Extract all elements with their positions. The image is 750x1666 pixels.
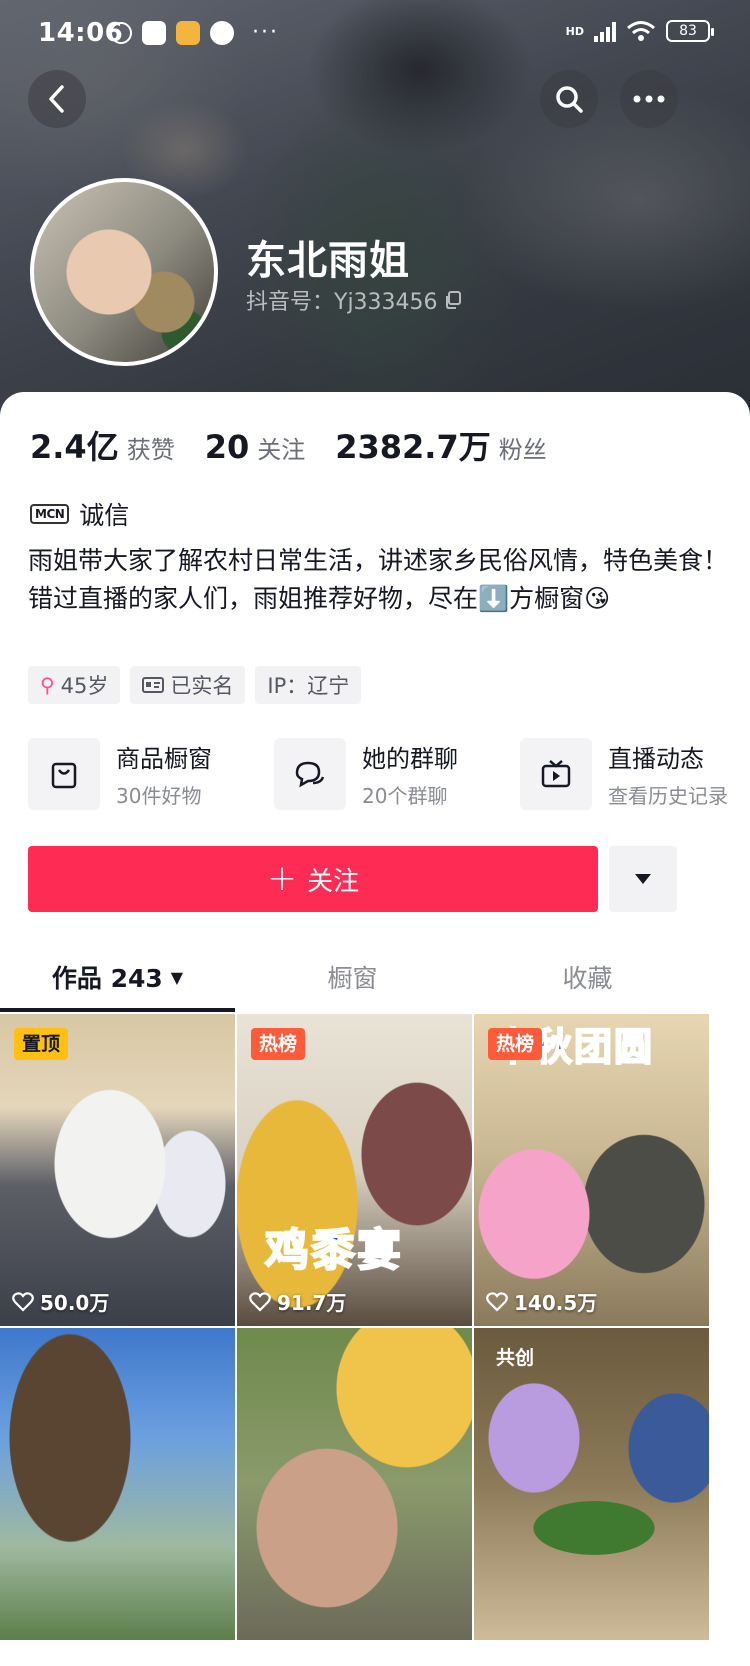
video-tile[interactable]: 置顶 50.0万 — [0, 1014, 235, 1326]
video-tile[interactable] — [0, 1328, 235, 1640]
douyin-id-text: 抖音号：Yj333456 — [246, 290, 438, 315]
tags-row: ⚲ 45岁 已实名 IP：辽宁 — [28, 666, 362, 704]
avatar[interactable] — [30, 178, 218, 366]
profile-info-card: 2.4亿 获赞 20 关注 2382.7万 粉丝 MCN 诚信 雨姐带大家了解农… — [0, 392, 750, 1666]
mcn-label: 诚信 — [79, 501, 130, 530]
bio-line: 错过直播的家人们，雨姐推荐好物，尽在⬇️方橱窗😘 — [28, 584, 611, 613]
feature-shop-window[interactable]: 商品橱窗 30件好物 — [28, 738, 212, 810]
back-icon — [49, 85, 64, 113]
feature-title: 她的群聊 — [362, 745, 458, 773]
mcn-row[interactable]: MCN 诚信 — [30, 496, 129, 532]
video-tile[interactable]: 热榜 鸡黍宴 91.7万 — [237, 1014, 472, 1326]
bio-line: 雨姐带大家了解农村日常生活，讲述家乡民俗风情，特色美食！ — [28, 546, 729, 575]
pinned-badge: 置顶 — [14, 1028, 69, 1060]
stat-likes[interactable]: 2.4亿 获赞 — [30, 422, 175, 468]
caret-down-icon: ▼ — [170, 967, 184, 987]
live-tv-icon — [541, 760, 571, 788]
search-button[interactable] — [540, 70, 598, 128]
tag-label: IP：辽宁 — [267, 674, 350, 698]
stat-label: 获赞 — [126, 436, 175, 464]
heart-icon — [486, 1291, 508, 1312]
tag-ip: IP：辽宁 — [255, 666, 362, 704]
mail-notification-icon — [176, 20, 200, 45]
search-icon — [556, 86, 583, 113]
tab-works[interactable]: 作品 243 ▼ — [0, 942, 235, 1012]
copy-icon — [445, 291, 461, 309]
stats-row: 2.4亿 获赞 20 关注 2382.7万 粉丝 — [30, 422, 577, 468]
feature-row: 商品橱窗 30件好物 她的群聊 20个群聊 直播动态 查看历史记录 — [28, 738, 750, 814]
tab-label: 收藏 — [562, 964, 613, 993]
hd-indicator: HD — [565, 24, 584, 38]
stat-followers[interactable]: 2382.7万 粉丝 — [335, 422, 547, 468]
chat-icon — [295, 761, 325, 788]
plus-icon: + — [266, 858, 298, 899]
heart-icon — [12, 1291, 34, 1312]
tab-shop-window[interactable]: 橱窗 — [235, 942, 470, 1012]
hot-list-badge: 热榜 — [488, 1028, 543, 1060]
more-icon — [633, 95, 665, 103]
feature-title: 商品橱窗 — [116, 745, 212, 773]
bio: 雨姐带大家了解农村日常生活，讲述家乡民俗风情，特色美食！ 错过直播的家人们，雨姐… — [28, 542, 728, 618]
female-icon: ⚲ — [40, 673, 55, 697]
more-button[interactable] — [620, 70, 678, 128]
back-button[interactable] — [28, 70, 86, 128]
tag-verified: 已实名 — [130, 666, 246, 704]
stat-label: 粉丝 — [498, 436, 547, 464]
signal-icon — [594, 20, 616, 42]
feature-subtitle: 30件好物 — [116, 784, 202, 808]
douyin-id[interactable]: 抖音号：Yj333456 — [246, 284, 462, 316]
heart-icon — [249, 1291, 271, 1312]
tab-favorites[interactable]: 收藏 — [470, 942, 705, 1012]
like-count: 91.7万 — [249, 1287, 346, 1316]
battery-icon: 83 — [666, 20, 714, 42]
video-overlay-text: 鸡黍宴 — [264, 1224, 403, 1277]
profile-header: 14:06 ··· HD 83 东北雨姐 抖音号：Yj333456 — [0, 0, 750, 450]
app-notification-icon — [142, 20, 166, 45]
tag-label: 45岁 — [60, 674, 109, 698]
stat-label: 关注 — [257, 436, 306, 464]
stat-value: 20 — [204, 428, 250, 466]
status-bar: 14:06 ··· HD 83 — [0, 0, 750, 72]
tab-label: 作品 243 — [51, 964, 163, 993]
tag-age: ⚲ 45岁 — [28, 666, 121, 704]
mcn-icon: MCN — [30, 504, 70, 524]
stat-value: 2382.7万 — [335, 428, 491, 466]
browser-notification-icon — [210, 20, 234, 45]
profile-name: 东北雨姐 — [246, 238, 410, 284]
feature-live-history[interactable]: 直播动态 查看历史记录 — [520, 738, 728, 810]
video-tile[interactable]: 共创 — [474, 1328, 709, 1640]
wifi-icon — [627, 21, 655, 41]
triangle-down-icon — [635, 874, 651, 884]
tag-label: 已实名 — [170, 674, 234, 698]
like-count: 140.5万 — [486, 1287, 597, 1316]
stat-value: 2.4亿 — [30, 428, 119, 466]
active-tab-indicator — [0, 1008, 235, 1012]
content-tabs: 作品 243 ▼ 橱窗 收藏 — [0, 942, 750, 1014]
more-notifications-icon: ··· — [252, 20, 279, 45]
video-tile[interactable]: 中秋团圆 热榜 140.5万 — [474, 1014, 709, 1326]
like-count: 50.0万 — [12, 1287, 109, 1316]
recommend-dropdown-button[interactable] — [609, 846, 677, 912]
shopping-bag-icon — [51, 762, 77, 789]
feature-subtitle: 查看历史记录 — [608, 784, 728, 808]
alarm-icon — [110, 21, 132, 44]
follow-label: 关注 — [307, 866, 360, 897]
feature-group-chat[interactable]: 她的群聊 20个群聊 — [274, 738, 458, 810]
stat-following[interactable]: 20 关注 — [205, 428, 306, 466]
id-card-icon — [142, 677, 165, 693]
feature-title: 直播动态 — [608, 745, 704, 773]
video-tile[interactable] — [237, 1328, 472, 1640]
follow-button[interactable]: + 关注 — [28, 846, 598, 912]
tab-label: 橱窗 — [327, 964, 378, 993]
hot-list-badge: 热榜 — [251, 1028, 306, 1060]
co-creation-badge: 共创 — [496, 1347, 535, 1369]
feature-subtitle: 20个群聊 — [362, 784, 448, 808]
